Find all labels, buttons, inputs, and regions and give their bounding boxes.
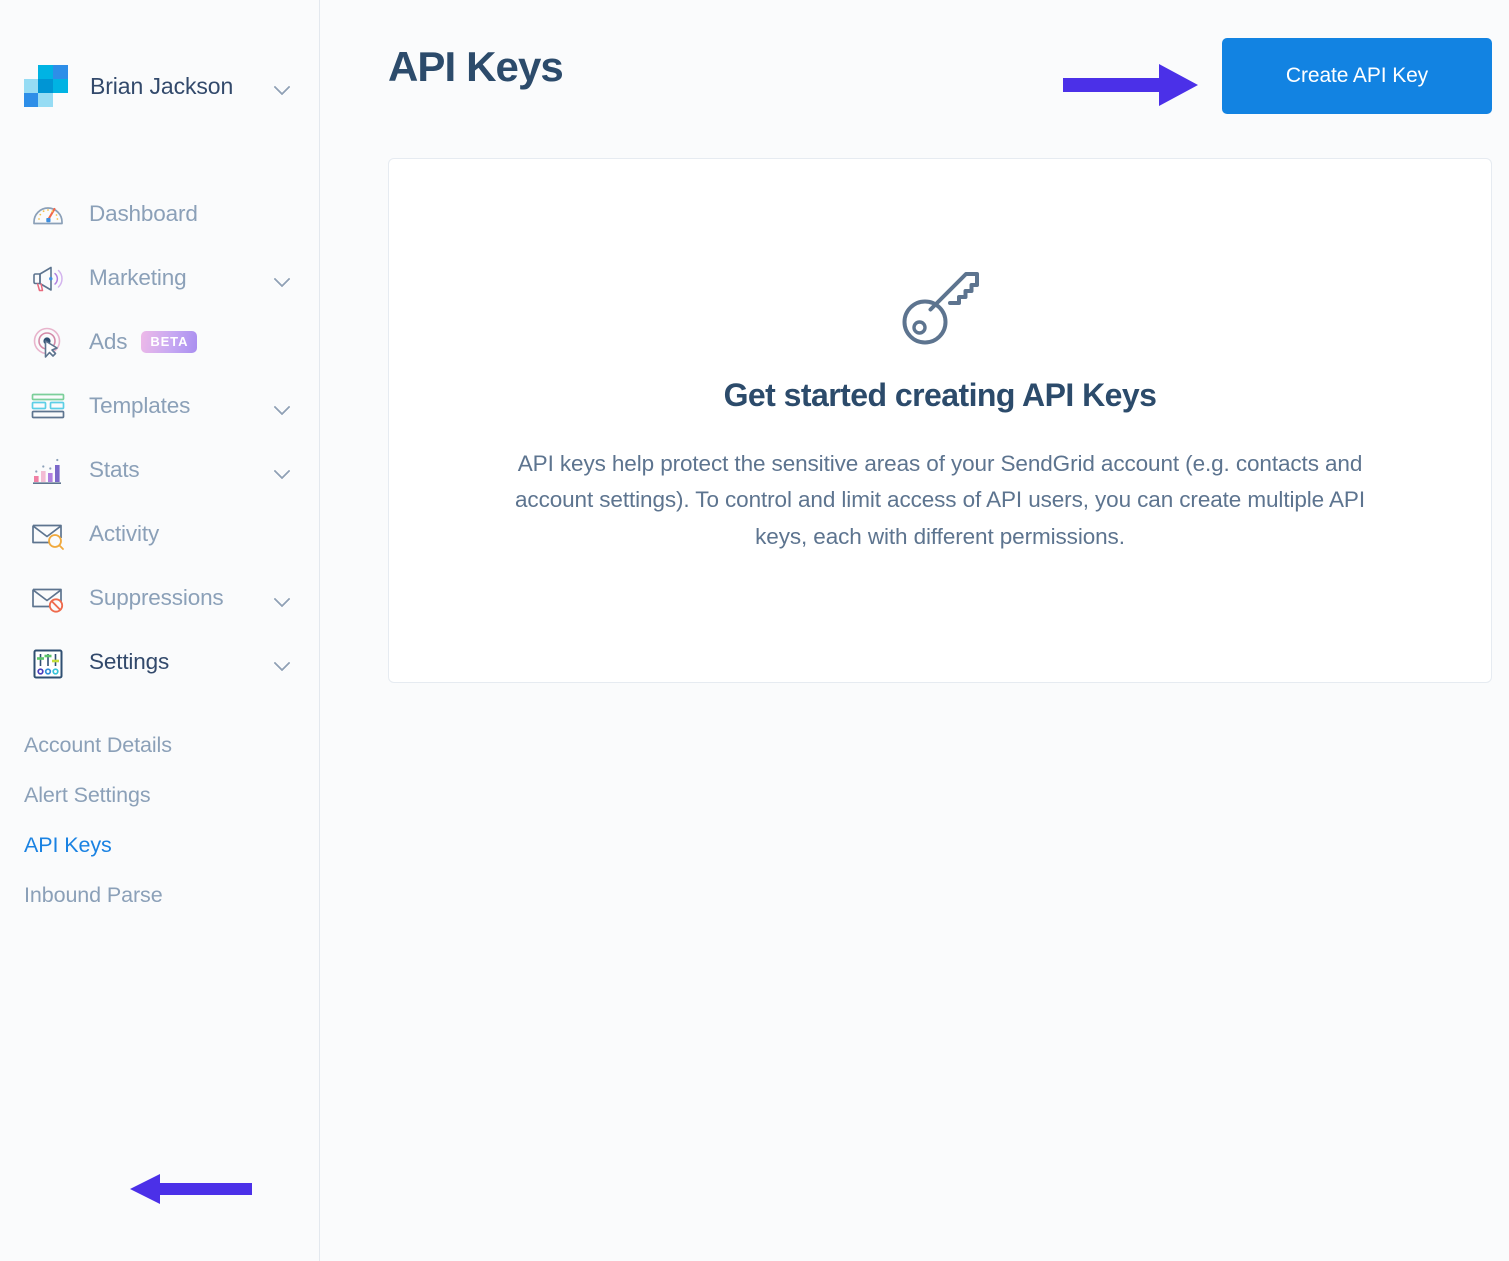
sidebar-item-marketing[interactable]: Marketing: [0, 246, 319, 310]
arrow-to-api-keys-link: [130, 1174, 252, 1204]
sidebar-item-label: Ads: [89, 329, 128, 354]
ad-target-icon: [26, 320, 70, 364]
primary-nav: Dashboard Marketing Ads BETA Templates S…: [0, 182, 319, 920]
sidebar-item-templates[interactable]: Templates: [0, 374, 319, 438]
sidebar-subitem-api-keys[interactable]: API Keys: [0, 820, 319, 870]
sidebar: Brian Jackson Dashboard Marketing Ads BE…: [0, 0, 320, 1261]
template-icon: [26, 384, 70, 428]
account-name: Brian Jackson: [90, 72, 234, 99]
main-content: API Keys Create API Key Get started crea…: [320, 0, 1509, 1261]
sendgrid-logo-icon: [24, 65, 68, 107]
gauge-icon: [26, 192, 70, 236]
chevron-down-icon[interactable]: [275, 593, 291, 603]
sidebar-item-stats[interactable]: Stats: [0, 438, 319, 502]
sidebar-subitem-inbound-parse[interactable]: Inbound Parse: [0, 870, 319, 920]
key-icon: [902, 272, 979, 345]
sidebar-subitem-alert-settings[interactable]: Alert Settings: [0, 770, 319, 820]
sidebar-item-suppressions[interactable]: Suppressions: [0, 566, 319, 630]
create-api-key-button[interactable]: Create API Key: [1222, 38, 1492, 114]
sidebar-item-dashboard[interactable]: Dashboard: [0, 182, 319, 246]
chevron-down-icon[interactable]: [275, 657, 291, 667]
empty-state-title: Get started creating API Keys: [723, 377, 1157, 413]
empty-state-body: API keys help protect the sensitive area…: [515, 451, 1365, 549]
app-root: Brian Jackson Dashboard Marketing Ads BE…: [0, 0, 1509, 1261]
settings-subnav: Account Details Alert Settings API Keys …: [0, 720, 319, 920]
empty-state-card: Get started creating API Keys API keys h…: [388, 158, 1492, 683]
page-title: API Keys: [388, 43, 564, 90]
sidebar-item-label: Activity: [89, 521, 160, 546]
chevron-down-icon[interactable]: [275, 273, 291, 283]
beta-badge: BETA: [141, 331, 198, 353]
sidebar-item-label: Stats: [89, 457, 140, 482]
page-header: API Keys Create API Key: [320, 0, 1509, 140]
envelope-search-icon: [26, 512, 70, 556]
arrow-to-create-button: [1063, 64, 1198, 106]
sidebar-subitem-account-details[interactable]: Account Details: [0, 720, 319, 770]
sidebar-item-label: Suppressions: [89, 585, 224, 610]
envelope-block-icon: [26, 576, 70, 620]
sliders-icon: [26, 640, 70, 684]
sidebar-item-settings[interactable]: Settings: [0, 630, 319, 694]
bar-chart-icon: [26, 448, 70, 492]
sidebar-item-label: Templates: [89, 393, 191, 418]
sidebar-item-label: Dashboard: [89, 201, 198, 226]
chevron-down-icon[interactable]: [275, 81, 291, 91]
chevron-down-icon[interactable]: [275, 465, 291, 475]
sidebar-item-label: Settings: [89, 649, 170, 674]
sidebar-item-ads[interactable]: Ads BETA: [0, 310, 319, 374]
megaphone-icon: [26, 256, 70, 300]
sidebar-item-activity[interactable]: Activity: [0, 502, 319, 566]
chevron-down-icon[interactable]: [275, 401, 291, 411]
sidebar-item-label: Marketing: [89, 265, 187, 290]
account-switcher[interactable]: Brian Jackson: [0, 0, 319, 110]
